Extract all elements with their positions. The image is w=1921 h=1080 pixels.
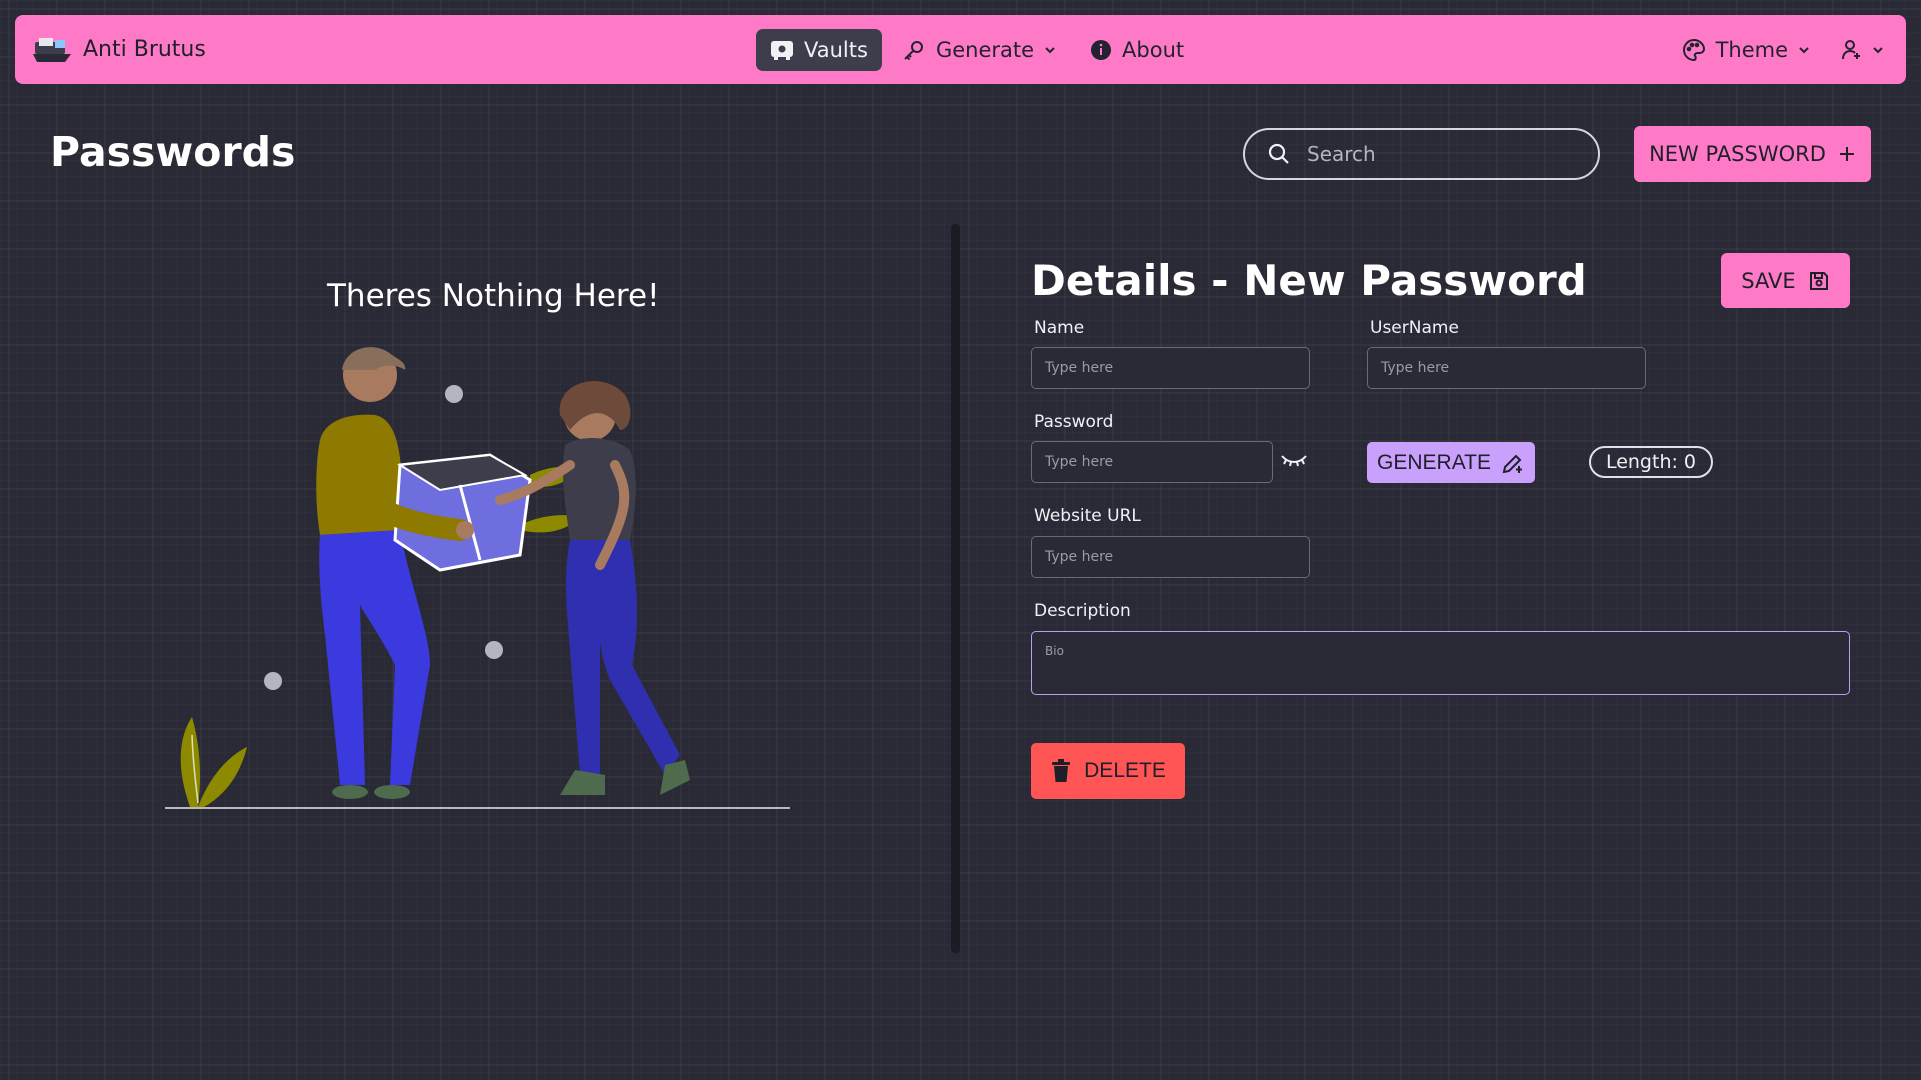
app-name: Anti Brutus (83, 37, 206, 62)
plus-icon (1838, 145, 1856, 163)
eye-closed-icon[interactable] (1279, 450, 1309, 470)
description-label: Description (1034, 601, 1131, 621)
user-icon (1840, 38, 1864, 62)
password-field[interactable] (1031, 441, 1273, 483)
chevron-down-icon (1872, 44, 1884, 56)
panel-divider (951, 224, 960, 953)
new-password-button[interactable]: NEW PASSWORD (1634, 126, 1871, 182)
theme-dropdown[interactable]: Theme (1678, 29, 1814, 71)
nav-right: Theme (1678, 15, 1888, 84)
nav-vaults-label: Vaults (804, 37, 868, 62)
delete-button[interactable]: DELETE (1031, 743, 1185, 799)
chevron-down-icon (1044, 44, 1056, 56)
nav-about-label: About (1122, 37, 1185, 62)
name-label: Name (1034, 318, 1085, 338)
generate-label: GENERATE (1377, 450, 1491, 474)
brand[interactable]: Anti Brutus (31, 15, 206, 84)
info-icon (1090, 39, 1112, 61)
empty-state-illustration (160, 335, 796, 815)
website-url-field[interactable] (1031, 536, 1310, 578)
vault-icon (770, 39, 794, 61)
top-navbar: Anti Brutus Vaults Generate About Theme (15, 15, 1906, 84)
new-password-label: NEW PASSWORD (1649, 142, 1826, 166)
description-field[interactable] (1031, 631, 1850, 695)
username-label: UserName (1370, 318, 1459, 338)
username-field[interactable] (1367, 347, 1646, 389)
key-icon (902, 38, 926, 62)
nav-generate[interactable]: Generate (888, 29, 1070, 71)
pencil-plus-icon (1501, 451, 1525, 475)
website-url-label: Website URL (1034, 506, 1141, 526)
page-title: Passwords (50, 128, 296, 176)
empty-state-title: Theres Nothing Here! (327, 278, 660, 314)
chevron-down-icon (1798, 44, 1810, 56)
details-title: Details - New Password (1031, 256, 1587, 305)
generate-password-button[interactable]: GENERATE (1367, 442, 1535, 483)
delete-label: DELETE (1084, 759, 1166, 782)
name-field[interactable] (1031, 347, 1310, 389)
save-label: SAVE (1741, 268, 1796, 293)
nav-vaults[interactable]: Vaults (756, 28, 882, 71)
save-button[interactable]: SAVE (1721, 253, 1850, 308)
password-length-badge: Length: 0 (1589, 446, 1713, 478)
nav-about[interactable]: About (1076, 29, 1198, 71)
theme-label: Theme (1715, 37, 1788, 62)
user-menu[interactable] (1836, 29, 1888, 71)
floppy-disk-icon (1808, 270, 1830, 292)
palette-icon (1682, 38, 1706, 62)
search-icon (1267, 142, 1291, 166)
main-nav: Vaults Generate About (756, 15, 1198, 84)
password-label: Password (1034, 412, 1114, 432)
search-input[interactable] (1307, 142, 1567, 166)
nav-generate-label: Generate (935, 37, 1035, 62)
search-box[interactable] (1243, 128, 1600, 180)
pirate-ship-icon (31, 34, 73, 66)
trash-icon (1050, 759, 1072, 783)
